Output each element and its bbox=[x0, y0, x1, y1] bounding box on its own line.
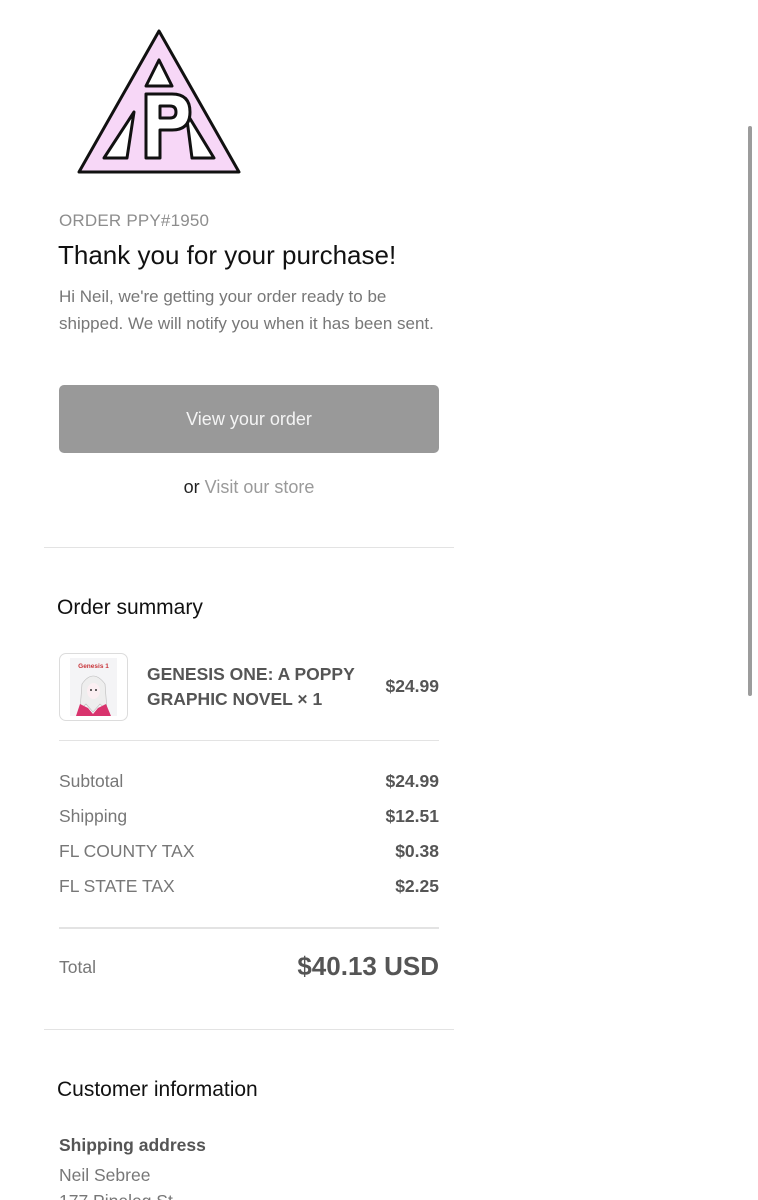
order-message: Hi Neil, we're getting your order ready … bbox=[59, 287, 434, 333]
cost-row-subtotal: Subtotal $24.99 bbox=[59, 771, 439, 795]
address-line: Neil Sebree bbox=[59, 1165, 151, 1185]
brand-logo bbox=[77, 29, 241, 174]
product-thumbnail[interactable]: Genesis 1 bbox=[59, 653, 128, 721]
view-order-button[interactable]: View your order bbox=[59, 385, 439, 453]
cost-row-shipping: Shipping $12.51 bbox=[59, 806, 439, 830]
cost-row-county-tax: FL COUNTY TAX $0.38 bbox=[59, 841, 439, 865]
cost-value: $24.99 bbox=[385, 771, 439, 791]
section-divider bbox=[44, 547, 454, 548]
total-divider bbox=[59, 927, 439, 929]
cost-label: Shipping bbox=[59, 806, 128, 826]
order-confirmation-page: ORDER PPY#1950 Thank you for your purcha… bbox=[0, 0, 758, 1200]
total-label: Total bbox=[59, 957, 96, 977]
customer-info-title: Customer information bbox=[57, 1078, 258, 1101]
shipping-address-heading: Shipping address bbox=[59, 1135, 206, 1155]
cost-label: FL STATE TAX bbox=[59, 876, 175, 896]
cost-value: $2.25 bbox=[395, 876, 439, 896]
cost-label: FL COUNTY TAX bbox=[59, 841, 195, 861]
cost-row-state-tax: FL STATE TAX $2.25 bbox=[59, 876, 439, 900]
cost-value: $0.38 bbox=[395, 841, 439, 861]
order-number: ORDER PPY#1950 bbox=[59, 211, 210, 230]
visit-store-row: or Visit our store bbox=[59, 477, 439, 498]
product-price: $24.99 bbox=[385, 676, 439, 696]
product-name[interactable]: GENESIS ONE: A POPPY GRAPHIC NOVEL × 1 bbox=[147, 662, 362, 712]
address-line: 177 Pineleg St bbox=[59, 1191, 173, 1200]
visit-store-link[interactable]: Visit our store bbox=[205, 477, 315, 497]
summary-divider bbox=[59, 740, 439, 741]
cost-value: $12.51 bbox=[385, 806, 439, 826]
order-summary-title: Order summary bbox=[57, 596, 203, 619]
cost-label: Subtotal bbox=[59, 771, 124, 791]
or-text: or bbox=[183, 477, 200, 497]
book-cover-image: Genesis 1 bbox=[70, 658, 117, 716]
page-title: Thank you for your purchase! bbox=[58, 240, 397, 270]
section-divider bbox=[44, 1029, 454, 1030]
total-value: $40.13 USD bbox=[297, 951, 439, 981]
scrollbar[interactable] bbox=[748, 126, 752, 696]
thumb-cover-text: Genesis 1 bbox=[78, 663, 109, 670]
